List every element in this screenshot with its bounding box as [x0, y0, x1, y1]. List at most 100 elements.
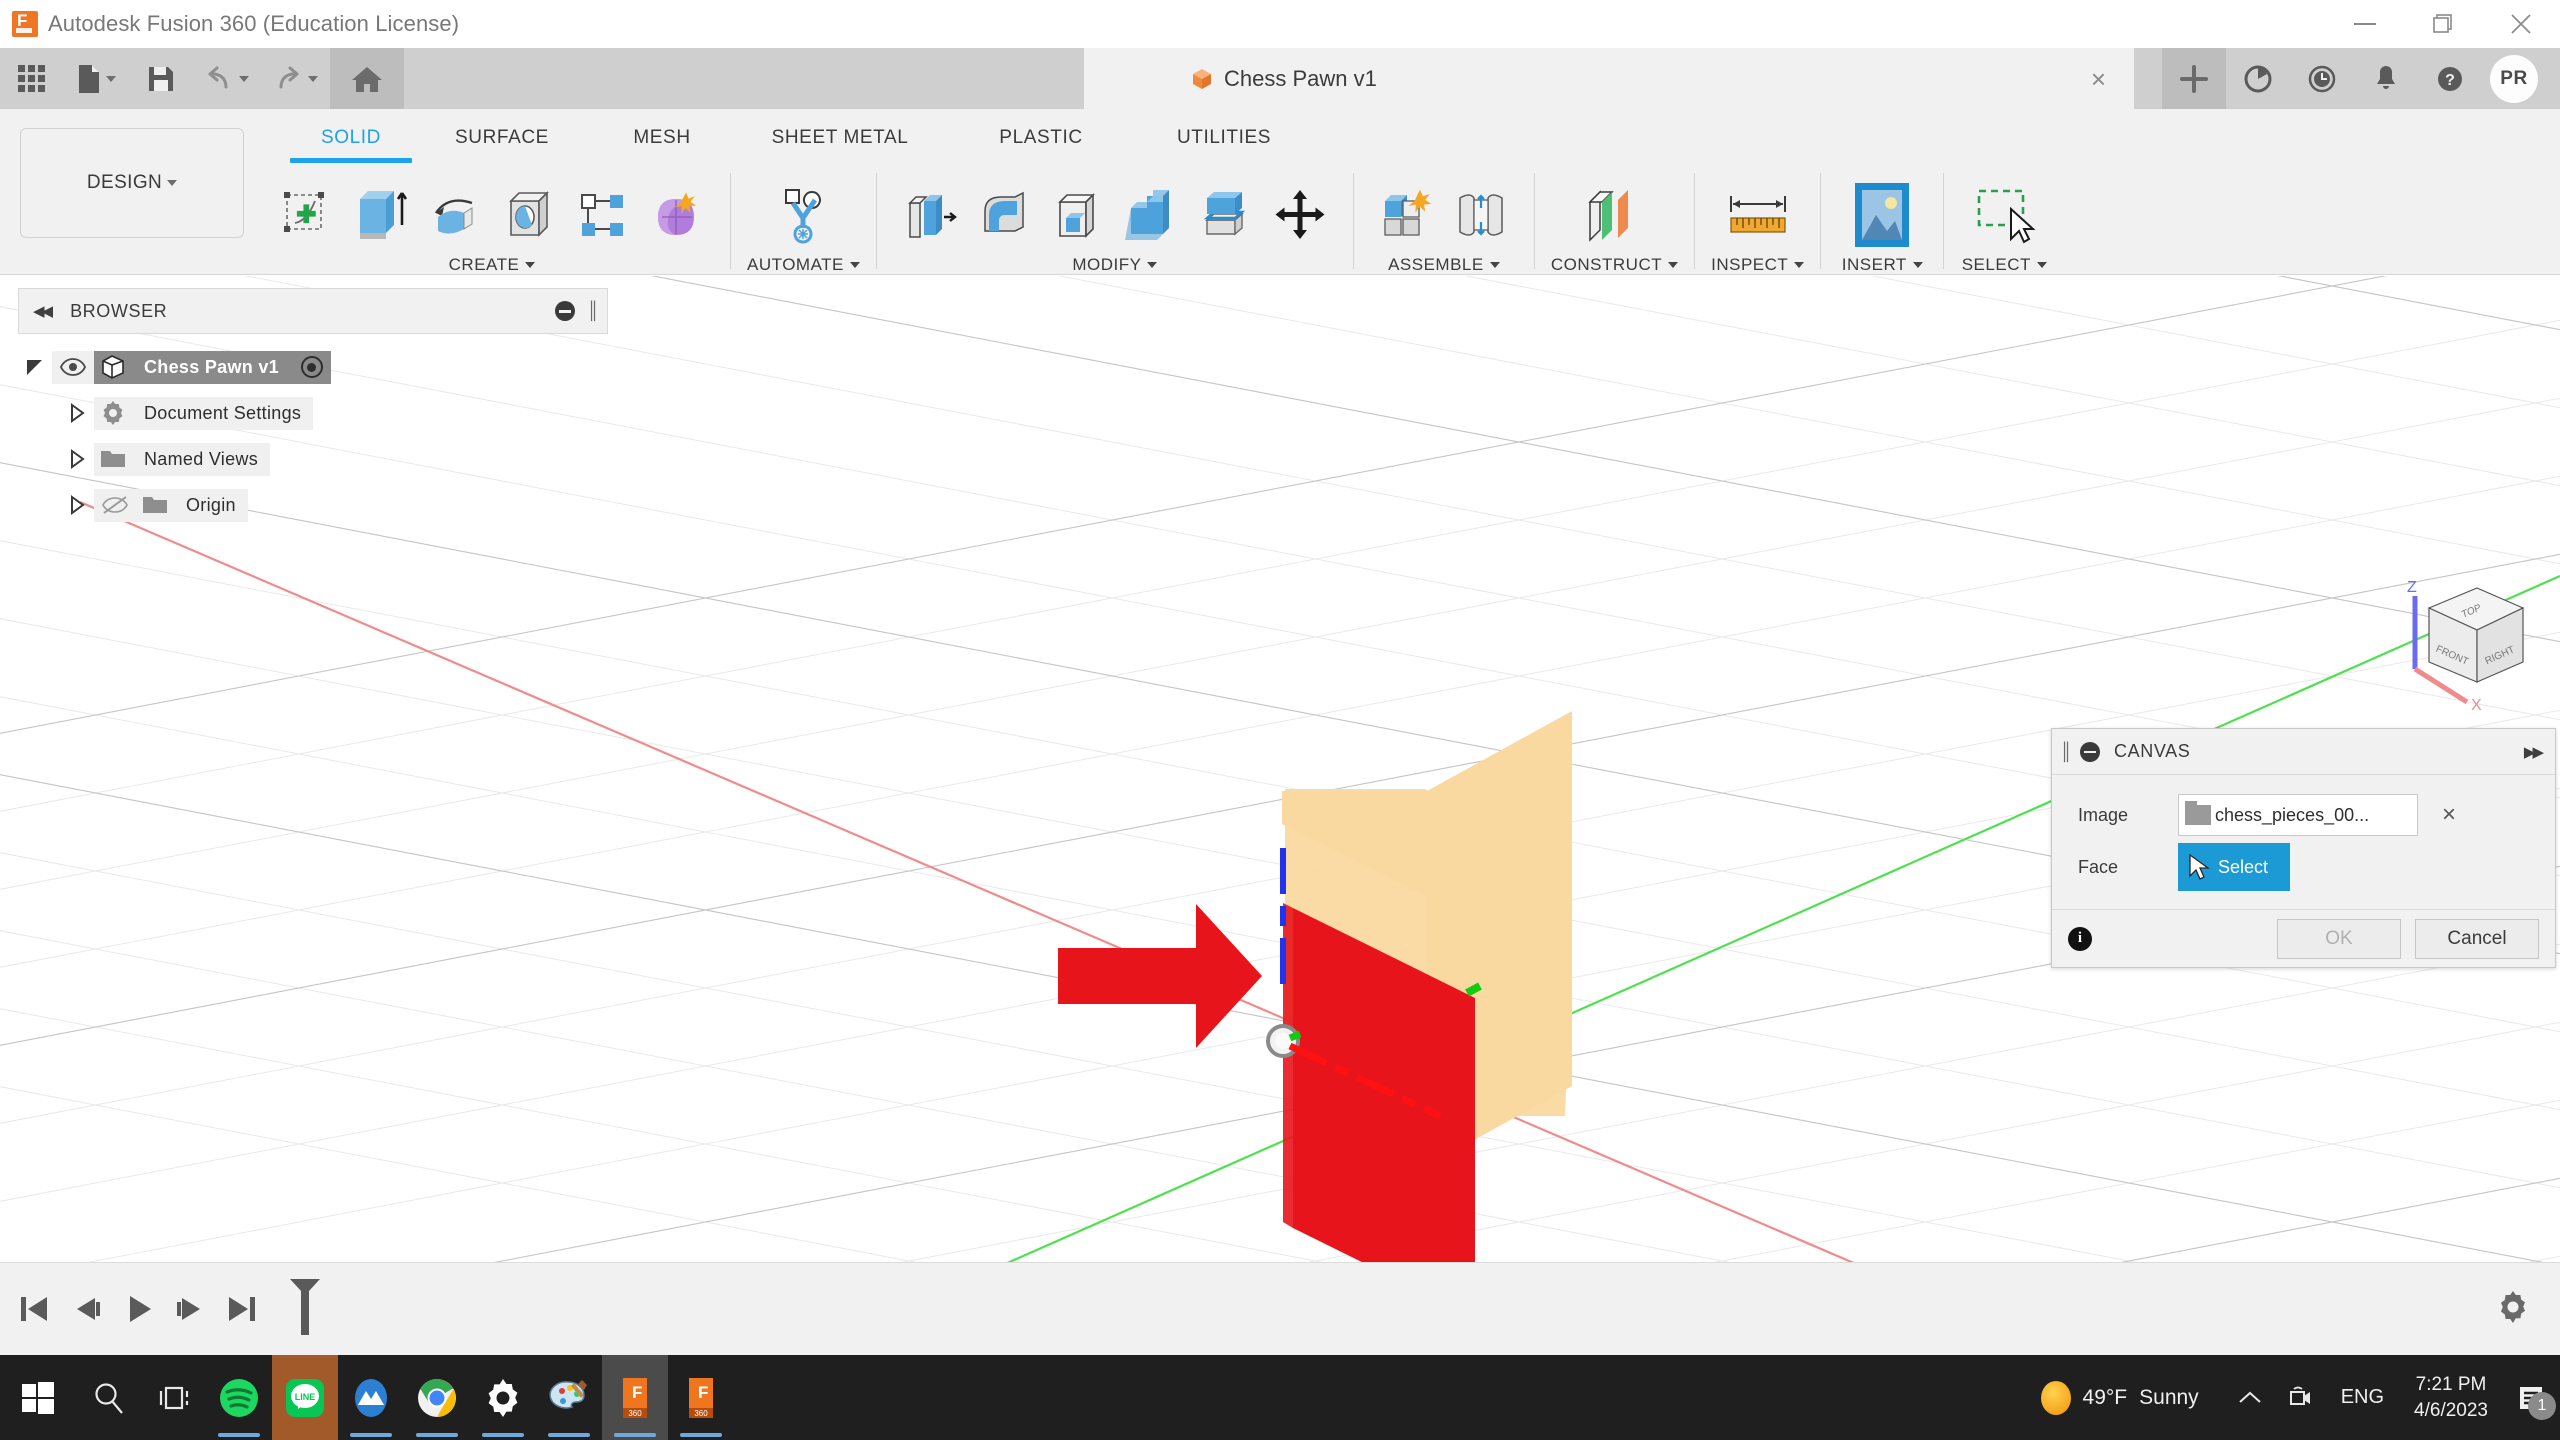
document-tab-close-icon[interactable]: ×	[2091, 66, 2106, 92]
timeline-settings-button[interactable]	[2496, 1290, 2530, 1329]
tab-sheet-metal[interactable]: SHEET METAL	[732, 119, 948, 171]
restore-button[interactable]	[2404, 0, 2482, 48]
image-field[interactable]: chess_pieces_00...	[2178, 794, 2418, 836]
extrude-button[interactable]	[344, 177, 418, 253]
tree-item-origin[interactable]: Origin	[18, 482, 608, 528]
viewport-3d[interactable]: ◀◀ BROWSER ║	[0, 276, 2560, 1262]
go-to-end-button[interactable]	[216, 1263, 268, 1356]
revolve-button[interactable]	[418, 177, 492, 253]
visibility-eye-icon[interactable]	[52, 358, 94, 376]
document-tab[interactable]: Chess Pawn v1 ×	[1084, 48, 2134, 109]
tree-item-named-views[interactable]: Named Views	[18, 436, 608, 482]
ribbon-group-inspect-label[interactable]: INSPECT	[1711, 255, 1804, 275]
weather-widget[interactable]: 49°F Sunny	[2041, 1381, 2225, 1415]
tray-camera-button[interactable]	[2275, 1355, 2325, 1440]
dialog-expand-icon[interactable]: ▶▶	[2524, 743, 2541, 761]
ribbon-group-modify-label[interactable]: MODIFY	[1072, 255, 1157, 275]
browser-minimize-icon[interactable]	[555, 301, 575, 321]
save-button[interactable]	[130, 48, 192, 109]
tab-plastic[interactable]: PLASTIC	[948, 119, 1134, 171]
browser-resize-grip[interactable]: ║	[587, 301, 599, 321]
taskbar-app-spotify[interactable]	[206, 1355, 272, 1440]
cancel-button[interactable]: Cancel	[2415, 919, 2539, 959]
joint-button[interactable]	[1444, 177, 1518, 253]
twisty-collapsed-icon[interactable]	[60, 448, 94, 470]
tree-item-chess-pawn[interactable]: Chess Pawn v1	[18, 344, 608, 390]
taskbar-app-chrome[interactable]	[404, 1355, 470, 1440]
pattern-button[interactable]	[566, 177, 640, 253]
tray-expand-button[interactable]	[2225, 1355, 2275, 1440]
activate-component-radio[interactable]	[301, 356, 323, 378]
taskbar-app-fusion360-1[interactable]: F 360	[602, 1355, 668, 1440]
step-forward-button[interactable]	[164, 1263, 216, 1356]
twisty-collapsed-icon[interactable]	[60, 402, 94, 424]
help-button[interactable]: ?	[2418, 48, 2482, 109]
tab-solid[interactable]: SOLID	[290, 119, 412, 171]
clear-image-icon[interactable]: ×	[2442, 803, 2456, 827]
combine-button[interactable]	[1115, 177, 1189, 253]
insert-canvas-button[interactable]	[1837, 177, 1927, 253]
press-pull-button[interactable]	[893, 177, 967, 253]
minimize-button[interactable]	[2326, 0, 2404, 48]
ribbon-group-construct-label[interactable]: CONSTRUCT	[1551, 255, 1678, 275]
move-copy-button[interactable]	[1263, 177, 1337, 253]
job-status-button[interactable]	[2226, 48, 2290, 109]
tab-surface[interactable]: SURFACE	[412, 119, 592, 171]
timeline-marker[interactable]	[286, 1277, 324, 1342]
new-tab-button[interactable]	[2162, 48, 2226, 109]
redo-button[interactable]	[261, 48, 330, 109]
ribbon-group-create-label[interactable]: CREATE	[449, 255, 536, 275]
dialog-minimize-icon[interactable]	[2080, 742, 2100, 762]
go-to-beginning-button[interactable]	[8, 1263, 60, 1356]
new-file-button[interactable]	[63, 48, 130, 109]
canvas-dialog[interactable]: ║ CANVAS ▶▶ Image chess_pieces_00... × F…	[2051, 728, 2556, 968]
hole-button[interactable]	[492, 177, 566, 253]
ribbon-group-assemble-label[interactable]: ASSEMBLE	[1388, 255, 1500, 275]
create-sketch-button[interactable]	[270, 177, 344, 253]
fillet-button[interactable]	[967, 177, 1041, 253]
automate-button[interactable]	[766, 177, 840, 253]
visibility-eye-off-icon[interactable]	[94, 495, 136, 515]
offset-face-button[interactable]	[1189, 177, 1263, 253]
step-back-button[interactable]	[60, 1263, 112, 1356]
ribbon-group-automate-label[interactable]: AUTOMATE	[747, 255, 860, 275]
form-button[interactable]	[640, 177, 714, 253]
select-window-button[interactable]	[1960, 177, 2048, 253]
measure-button[interactable]	[1714, 177, 1802, 253]
account-avatar[interactable]: PR	[2490, 55, 2538, 103]
ribbon-group-insert-label[interactable]: INSERT	[1842, 255, 1923, 275]
twisty-expanded-icon[interactable]	[18, 356, 52, 378]
twisty-collapsed-icon[interactable]	[60, 494, 94, 516]
dialog-drag-grip[interactable]: ║	[2060, 742, 2072, 762]
notifications-button[interactable]: 1	[2502, 1355, 2560, 1440]
workspace-switcher-button[interactable]: DESIGN	[20, 128, 244, 238]
tab-mesh[interactable]: MESH	[592, 119, 732, 171]
clock-widget[interactable]: 7:21 PM 4/6/2023	[2400, 1372, 2502, 1423]
notifications-button[interactable]	[2354, 48, 2418, 109]
ribbon-group-select-label[interactable]: SELECT	[1962, 255, 2047, 275]
shell-button[interactable]	[1041, 177, 1115, 253]
ok-button[interactable]: OK	[2277, 919, 2401, 959]
data-panel-button[interactable]	[0, 48, 63, 109]
close-button[interactable]	[2482, 0, 2560, 48]
face-select-button[interactable]: Select	[2178, 843, 2290, 891]
recent-button[interactable]	[2290, 48, 2354, 109]
offset-plane-button[interactable]	[1573, 177, 1657, 253]
browser-collapse-icon[interactable]: ◀◀	[33, 302, 50, 320]
taskbar-app-settings[interactable]	[470, 1355, 536, 1440]
home-button[interactable]	[330, 48, 404, 109]
tab-utilities[interactable]: UTILITIES	[1134, 119, 1314, 171]
tree-item-document-settings[interactable]: Document Settings	[18, 390, 608, 436]
new-component-button[interactable]	[1370, 177, 1444, 253]
undo-button[interactable]	[192, 48, 261, 109]
input-language[interactable]: ENG	[2325, 1386, 2400, 1409]
taskbar-app-nordvpn[interactable]	[338, 1355, 404, 1440]
info-icon[interactable]	[2068, 927, 2092, 951]
taskbar-app-fusion360-2[interactable]: F 360	[668, 1355, 734, 1440]
start-button[interactable]	[0, 1355, 76, 1440]
task-view-button[interactable]	[141, 1355, 206, 1440]
taskbar-app-line[interactable]: LINE	[272, 1355, 338, 1440]
taskbar-search-button[interactable]	[76, 1355, 141, 1440]
taskbar-app-paint[interactable]	[536, 1355, 602, 1440]
view-cube[interactable]: Z X TOP FRONT RIGHT	[2385, 574, 2555, 714]
